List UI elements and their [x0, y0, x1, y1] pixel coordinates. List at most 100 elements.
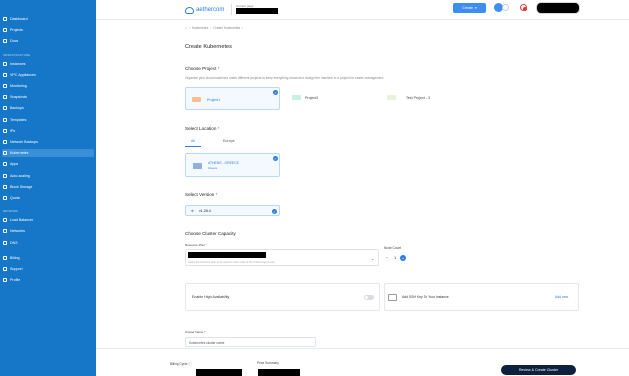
breadcrumb-sep: ›	[210, 26, 212, 30]
resource-plan-helper: Select the resource plan to be used for …	[188, 261, 275, 264]
page-title: Create Kubernetes	[185, 44, 232, 50]
sidebar-item-snapshots[interactable]: Snapshots	[2, 93, 94, 101]
location-section-title: Select Location *	[185, 126, 220, 131]
billing-cycle-label-text: Billing Cycle	[170, 362, 188, 366]
logo-mark-icon	[185, 6, 194, 14]
cluster-name-label-text: Cluster Name	[185, 330, 204, 334]
balancer-icon	[3, 218, 7, 223]
resource-plan-select[interactable]: Select the resource plan to be used for …	[185, 249, 379, 266]
sidebar-item-label: Snapshots	[10, 95, 27, 100]
sidebar-item-projects[interactable]: Projects	[2, 26, 94, 34]
sidebar-item-networks[interactable]: Networks	[2, 227, 94, 235]
node-count-value: 1	[394, 255, 397, 260]
sidebar-item-dns[interactable]: DNS	[2, 239, 94, 247]
project-subtitle: Organize your cloud machines under diffe…	[185, 76, 385, 80]
breadcrumb-kubernetes[interactable]: Kubernetes	[192, 26, 208, 30]
check-icon: ✓	[272, 209, 277, 214]
sidebar-item-ips[interactable]: IPs	[2, 127, 94, 135]
sidebar-item-label: Quota	[10, 196, 20, 200]
sidebar-item-label: Apps	[10, 162, 19, 167]
version-select[interactable]: ⎈ v1.28.4 ✓	[185, 205, 280, 216]
sidebar-section-header: INFRASTRUCTURE	[3, 52, 31, 57]
support-icon	[3, 267, 7, 271]
capacity-section-title: Choose Cluster Capacity	[185, 231, 236, 236]
sidebar-item-support[interactable]: Support	[2, 265, 94, 273]
sidebar-item-instances[interactable]: Instances	[2, 60, 94, 68]
sidebar-item-network-backups[interactable]: Network Backups	[2, 138, 94, 146]
greece-flag-icon	[193, 163, 202, 169]
bottom-bar: Billing Cycle ⓘ Price Summary Review & C…	[96, 348, 629, 376]
billing-icon	[3, 255, 7, 260]
folder-icon	[3, 28, 7, 33]
project-card-label: Project1	[207, 98, 221, 102]
sidebar-item-block-storage[interactable]: Block Storage	[2, 183, 94, 191]
sidebar-item-label: Templates	[10, 117, 27, 122]
user-menu[interactable]	[536, 2, 580, 14]
ha-card: Enable High Availability	[185, 283, 380, 311]
sidebar-item-label: Monitoring	[10, 84, 27, 88]
key-icon	[388, 294, 397, 301]
billing-cycle-select[interactable]	[196, 369, 242, 376]
sidebar-item-label: IPs	[10, 128, 16, 133]
sidebar-item-load-balancer[interactable]: Load Balancer	[2, 216, 94, 224]
cluster-name-label: Cluster Name *	[185, 330, 206, 334]
scale-icon	[3, 173, 7, 178]
sidebar-item-templates[interactable]: Templates	[2, 116, 94, 124]
tab-europe[interactable]: Europe	[217, 139, 241, 147]
alert-dot	[523, 7, 527, 11]
apps-icon	[3, 162, 7, 167]
chart-icon	[3, 84, 7, 88]
info-icon: ⓘ	[188, 362, 192, 366]
help-icon[interactable]	[502, 4, 509, 11]
project-card-3-label[interactable]: Test Project - 3	[406, 96, 430, 100]
tab-all[interactable]: All	[185, 139, 201, 147]
sidebar-item-apps[interactable]: Apps	[2, 160, 94, 168]
chevron-down-icon: ▾	[474, 6, 477, 10]
sidebar-item-label: Kubernetes	[10, 151, 29, 156]
price-summary-label: Price Summary	[257, 361, 279, 365]
location-country: Greece	[208, 166, 218, 170]
version-value: v1.28.4	[199, 209, 211, 213]
sidebar-item-vpc-appliances[interactable]: VPC Appliances	[2, 71, 94, 79]
location-card-athens[interactable]: ATHENS - GREECE Greece ✓	[185, 153, 280, 177]
sidebar-item-billing[interactable]: Billing	[2, 254, 94, 262]
sidebar-item-monitoring[interactable]: Monitoring	[2, 82, 94, 90]
sidebar-item-label: DNS	[10, 240, 18, 245]
create-button[interactable]: Create ▾	[453, 3, 486, 13]
project-card-1[interactable]: Project1 ✓	[185, 87, 280, 110]
template-icon	[3, 117, 7, 122]
redacted-plan	[188, 252, 266, 258]
ha-toggle[interactable]	[364, 295, 374, 300]
sidebar-item-kubernetes[interactable]: Kubernetes	[2, 149, 94, 158]
redacted-current-page[interactable]	[236, 8, 278, 14]
project-card-2-label[interactable]: Project3	[305, 96, 318, 100]
user-icon	[3, 278, 7, 283]
ip-icon	[3, 128, 7, 133]
check-icon: ✓	[273, 90, 278, 95]
sidebar-item-quota[interactable]: Quota	[2, 194, 94, 202]
sidebar-item-profile[interactable]: Profile	[2, 276, 94, 284]
network-icon	[3, 72, 7, 77]
cluster-name-input[interactable]: Kubernetes cluster name	[185, 337, 316, 347]
add-new-link[interactable]: Add new	[555, 295, 568, 299]
sidebar-item-label: VPC Appliances	[10, 72, 36, 77]
sidebar-item-dashboard[interactable]: Dashboard	[2, 15, 94, 23]
breadcrumb-sep: ›	[242, 26, 244, 30]
project-section-title: Choose Project *	[185, 66, 220, 71]
decrement-icon[interactable]: −	[386, 255, 388, 260]
logo[interactable]: aethercom	[185, 4, 227, 16]
node-count-label: Node Count	[384, 246, 402, 250]
quota-icon	[3, 196, 7, 200]
logo-text: aethercom	[196, 7, 225, 13]
review-create-button[interactable]: Review & Create Cluster	[501, 365, 576, 375]
sidebar-item-backups[interactable]: Backups	[2, 104, 94, 112]
top-bar: aethercom Current page Create ▾	[96, 0, 629, 20]
sidebar-item-docs[interactable]: Docs	[2, 37, 94, 45]
home-icon[interactable]: ⌂	[185, 26, 187, 30]
billing-cycle-label: Billing Cycle ⓘ	[170, 361, 191, 366]
increment-icon[interactable]: +	[400, 255, 406, 261]
sidebar-item-auto-scaling[interactable]: Auto-scaling	[2, 172, 94, 180]
check-icon: ✓	[273, 156, 278, 161]
sidebar-section-header: NETWORK	[3, 209, 18, 214]
cluster-name-placeholder: Kubernetes cluster name	[189, 341, 225, 345]
